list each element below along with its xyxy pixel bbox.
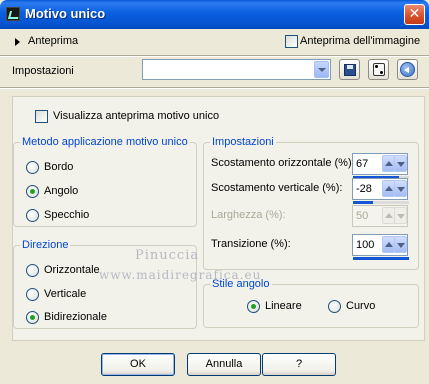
expand-arrow-icon[interactable]: [15, 38, 20, 46]
radio-bidirezionale[interactable]: [26, 311, 39, 324]
chevron-down-icon[interactable]: [314, 61, 329, 78]
watermark-line-1: Pinuccia: [135, 248, 200, 263]
preview-row: Anteprima Anteprima dell'immagine: [0, 29, 429, 55]
setting-spinbox[interactable]: 100: [352, 234, 409, 260]
radio-lineare[interactable]: [247, 300, 260, 313]
chevron-down-icon[interactable]: [394, 155, 407, 172]
window-title: Motivo unico: [25, 6, 106, 21]
dice-icon: [373, 63, 385, 76]
setting-label: Scostamento verticale (%):: [211, 182, 343, 194]
setting-value: 100: [356, 239, 375, 251]
method-group: Metodo applicazione motivo unico Bordo A…: [13, 136, 197, 227]
direction-legend: Direzione: [20, 239, 71, 251]
chevron-down-icon: [394, 207, 407, 224]
setting-label: Transizione (%):: [211, 238, 291, 250]
reset-icon: [400, 62, 415, 77]
setting-slider[interactable]: [353, 201, 409, 204]
dialog-window: Motivo unico ✕ Anteprima Anteprima dell'…: [0, 0, 429, 384]
setting-slider[interactable]: [353, 257, 409, 260]
seamless-preview-checkbox[interactable]: [35, 110, 48, 123]
setting-spinbox[interactable]: 67: [352, 153, 409, 179]
corner-style-group: Stile angolo Lineare Curvo: [203, 278, 419, 328]
radio-specchio-label[interactable]: Specchio: [44, 209, 89, 221]
radio-verticale-label[interactable]: Verticale: [44, 288, 86, 300]
help-button[interactable]: ?: [262, 353, 336, 376]
reset-button[interactable]: [397, 59, 418, 80]
setting-slider-fill: [353, 201, 373, 204]
radio-angolo-label[interactable]: Angolo: [44, 185, 78, 197]
radio-angolo[interactable]: [26, 185, 39, 198]
preview-toggle-label[interactable]: Anteprima: [28, 35, 78, 47]
presets-combobox[interactable]: [142, 59, 331, 80]
cancel-button[interactable]: Annulla: [187, 353, 261, 376]
radio-curvo[interactable]: [328, 300, 341, 313]
radio-lineare-label[interactable]: Lineare: [265, 300, 302, 312]
save-preset-button[interactable]: [339, 59, 360, 80]
setting-value: 67: [356, 158, 369, 170]
watermark-line-2: www.maidiregrafica.eu: [99, 268, 262, 282]
settings-legend: Impostazioni: [210, 136, 276, 148]
image-preview-checkbox[interactable]: [285, 35, 298, 48]
setting-spinbox[interactable]: -28: [352, 178, 409, 204]
setting-slider-fill: [353, 257, 409, 260]
radio-bordo[interactable]: [26, 161, 39, 174]
close-button[interactable]: ✕: [404, 4, 425, 25]
radio-specchio[interactable]: [26, 209, 39, 222]
image-preview-label[interactable]: Anteprima dell'immagine: [300, 35, 420, 47]
separator: [0, 87, 429, 89]
setting-spinbox: 50: [352, 205, 408, 227]
settings-panel: Visualizza anteprima motivo unico Metodo…: [12, 96, 425, 341]
radio-bordo-label[interactable]: Bordo: [44, 161, 73, 173]
setting-label: Scostamento orizzontale (%):: [211, 157, 355, 169]
randomize-button[interactable]: [368, 59, 389, 80]
radio-orizzontale-label[interactable]: Orizzontale: [44, 264, 100, 276]
app-icon: [6, 7, 20, 21]
ok-button[interactable]: OK: [101, 353, 175, 376]
separator: [0, 55, 429, 57]
method-legend: Metodo applicazione motivo unico: [20, 136, 190, 148]
setting-value: -28: [356, 183, 372, 195]
settings-group: Impostazioni Scostamento orizzontale (%)…: [203, 136, 419, 270]
title-bar[interactable]: Motivo unico ✕: [0, 0, 429, 29]
radio-verticale[interactable]: [26, 288, 39, 301]
setting-label: Larghezza (%):: [211, 209, 286, 221]
chevron-down-icon[interactable]: [394, 180, 407, 197]
setting-value: 50: [356, 210, 369, 222]
chevron-down-icon[interactable]: [394, 236, 407, 253]
radio-orizzontale[interactable]: [26, 264, 39, 277]
seamless-preview-label[interactable]: Visualizza anteprima motivo unico: [53, 110, 219, 122]
save-icon: [344, 64, 356, 76]
presets-label: Impostazioni: [12, 65, 74, 77]
radio-curvo-label[interactable]: Curvo: [346, 300, 375, 312]
radio-bidirezionale-label[interactable]: Bidirezionale: [44, 311, 107, 323]
